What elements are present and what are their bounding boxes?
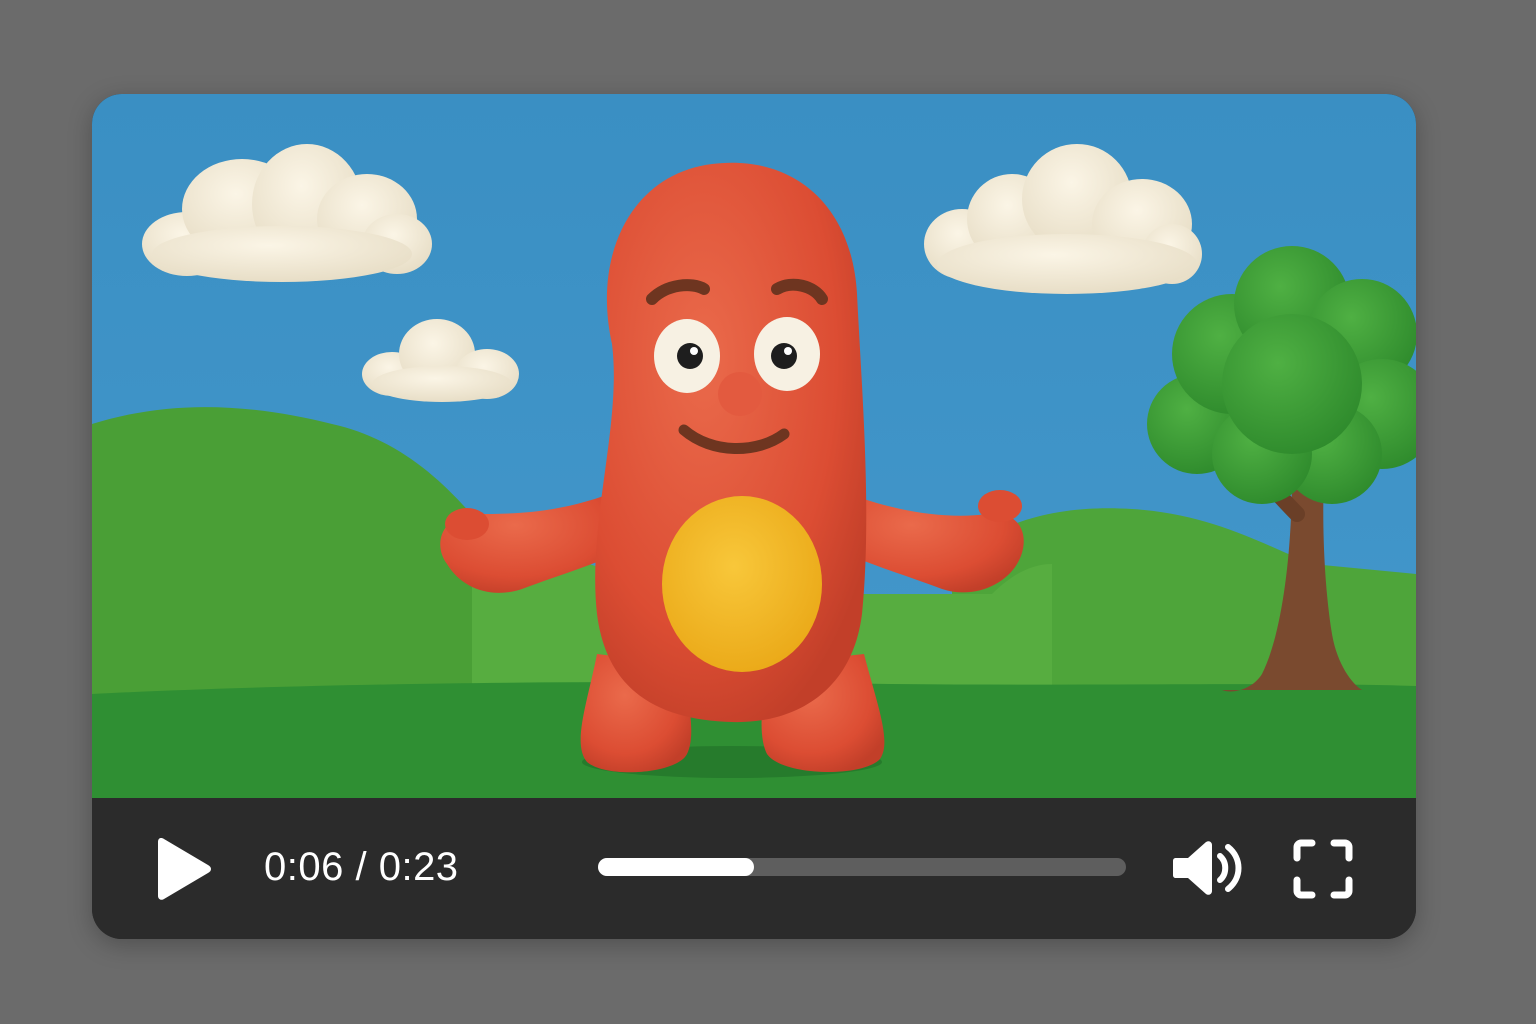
video-frame[interactable] (92, 94, 1416, 798)
duration: 0:23 (378, 845, 459, 889)
fullscreen-icon (1293, 839, 1353, 899)
volume-icon (1173, 841, 1242, 895)
time-display: 0:06 / 0:23 (264, 842, 459, 892)
volume-button[interactable] (1172, 836, 1248, 900)
video-player: 0:06 / 0:23 (92, 94, 1416, 939)
control-bar: 0:06 / 0:23 (92, 798, 1416, 939)
progress-fill (598, 858, 755, 876)
current-time: 0:06 (264, 845, 344, 889)
play-icon (158, 838, 211, 900)
fullscreen-button[interactable] (1292, 838, 1354, 900)
time-separator: / (343, 845, 379, 889)
play-button[interactable] (150, 836, 216, 902)
video-scene (92, 94, 1416, 798)
progress-bar[interactable] (598, 858, 1126, 876)
